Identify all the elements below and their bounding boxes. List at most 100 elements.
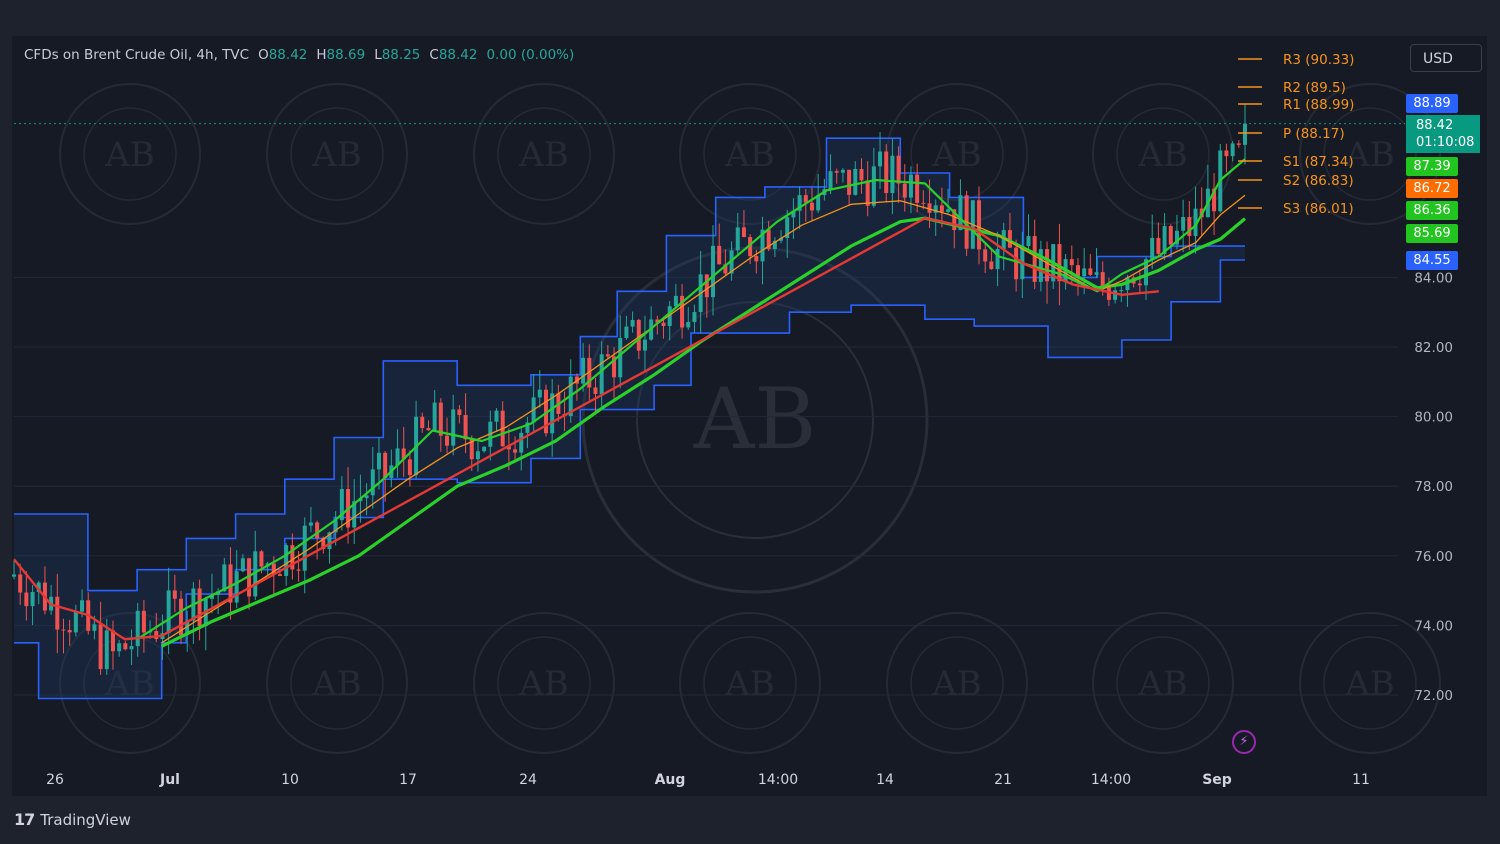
watermark-letters: AB [518,135,569,175]
candle-body [865,180,870,206]
bar-countdown: 01:10:08 [1416,135,1475,150]
watermark-seal: AB [679,612,821,754]
x-tick-label: 11 [1352,772,1370,788]
candle-body [494,410,499,422]
candle-body [1236,143,1241,145]
candle-body [234,571,239,603]
brand-name: TradingView [40,810,131,829]
candle-body [1100,272,1105,287]
candle-body [915,174,920,203]
candle-body [735,227,740,251]
watermark-letters: AB [931,135,982,175]
price-tag: 87.39 [1406,157,1458,176]
last-price-tag: 88.42 01:10:08 [1406,115,1480,153]
watermark-letters: AB [311,664,362,704]
last-price-value: 88.42 [1416,118,1454,133]
candle-body [513,449,518,453]
candle-body [983,249,988,262]
watermark-letters: AB [693,370,816,468]
candle-body [902,183,907,198]
candle-body [1150,237,1155,260]
watermark-letters: AB [1137,664,1188,704]
watermark-layer: AB AB AB AB AB AB ABAB AB AB AB AB AB ABAB [59,83,1441,754]
high-label: H [316,47,327,63]
watermark-letters: AB [104,135,155,175]
candle-body [129,646,134,650]
candle-body [296,569,301,571]
candle-body [1082,268,1087,277]
candle-body [123,643,128,650]
candle-body [1032,236,1037,282]
candle-body [222,564,227,592]
high-value: 88.69 [326,47,366,63]
candle-body [1045,249,1050,282]
watermark-letters: AB [1344,664,1395,704]
candle-body [754,256,759,262]
watermark-letters: AB [311,135,362,175]
pivot-label: S1 (87.34) [1283,154,1354,170]
candle-body [1224,150,1229,157]
open-label: O [258,47,269,63]
watermark-letters: AB [1137,135,1188,175]
candle-body [995,248,1000,270]
candle-body [141,610,146,633]
brand-footer[interactable]: 17 TradingView [14,810,131,829]
candle-body [1014,247,1019,280]
watermark-seal: AB [473,83,615,225]
y-tick-label: 78.00 [1414,479,1453,495]
watermark-letters: AB [931,664,982,704]
x-tick-label: 14:00 [1091,772,1131,788]
symbol-interval[interactable]: 4h [196,47,213,63]
close-value: 88.42 [438,47,478,63]
open-value: 88.42 [268,47,308,63]
candle-body [741,227,746,238]
watermark-seal: AB [266,83,408,225]
candle-body [599,354,604,395]
candle-body [370,469,375,496]
y-tick-label: 84.00 [1414,270,1453,286]
candle-body [18,574,23,593]
candle-body [61,629,66,631]
pivot-label: R1 (88.99) [1283,97,1354,113]
symbol-header[interactable]: CFDs on Brent Crude Oil, 4h, TVC O88.42 H8… [24,47,574,63]
candle-body [457,409,462,416]
candle-body [642,339,647,351]
price-tag: 86.72 [1406,179,1458,198]
candle-body [711,245,716,298]
x-tick-label: 14:00 [758,772,798,788]
candle-body [284,545,289,576]
candle-body [946,209,951,212]
symbol-source: TVC [222,47,250,63]
candle-body [896,155,901,184]
pivot-levels: R3 (90.33) R2 (89.5)R1 (88.99) P (88.17) S1… [14,52,1405,217]
currency-selector[interactable]: USD [1410,44,1482,72]
x-tick-label: 10 [281,772,299,788]
x-tick-label: Sep [1202,772,1232,788]
candle-body [445,435,450,446]
pivot-label: R3 (90.33) [1283,52,1354,68]
symbol-name[interactable]: CFDs on Brent Crude Oil [24,47,188,63]
candle-body [977,200,982,250]
candle-body [828,171,833,190]
x-tick-label: 17 [399,772,417,788]
x-tick-label: 14 [876,772,894,788]
lightning-bolt-icon[interactable]: ⚡ [1232,730,1256,754]
candle-body [673,295,678,307]
watermark-letters: AB [724,135,775,175]
candle-body [840,169,845,173]
pivot-label: S3 (86.01) [1283,201,1354,217]
candle-body [383,452,388,478]
chart-canvas[interactable]: AB AB AB AB AB AB ABAB AB AB AB AB AB ABAB R3 (90.33… [0,0,1500,844]
candle-body [884,151,889,194]
y-tick-label: 80.00 [1414,410,1453,426]
candle-body [859,168,864,181]
candle-body [451,409,456,446]
watermark-letters: AB [724,664,775,704]
candle-body [717,245,722,265]
y-tick-label: 72.00 [1414,688,1453,704]
candle-body [630,319,635,327]
price-tag: 85.69 [1406,224,1458,243]
candle-body [593,387,598,395]
watermark-seal: AB [886,612,1028,754]
pivot-label: R2 (89.5) [1283,80,1346,96]
